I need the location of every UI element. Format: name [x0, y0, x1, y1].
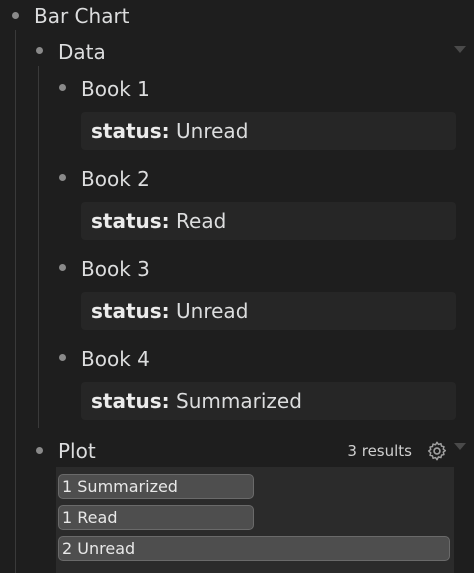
- outline-view: Bar Chart Data Book 1 status: Unread Boo…: [0, 0, 474, 573]
- property-status-book-3[interactable]: status: Unread: [81, 292, 456, 330]
- property-key: status:: [91, 389, 170, 413]
- bar-read: 1 Read: [58, 505, 254, 530]
- indent-guide-data: [38, 66, 39, 428]
- outline-item-bar-chart[interactable]: Bar Chart: [34, 4, 130, 28]
- bullet-book-1[interactable]: [59, 84, 66, 91]
- bullet-bar-chart[interactable]: [12, 12, 19, 19]
- property-key: status:: [91, 209, 170, 233]
- bar-summarized: 1 Summarized: [58, 474, 254, 499]
- outline-item-book-2[interactable]: Book 2: [81, 167, 150, 191]
- outline-item-book-3[interactable]: Book 3: [81, 257, 150, 281]
- bullet-plot[interactable]: [36, 447, 43, 454]
- property-status-book-1[interactable]: status: Unread: [81, 112, 456, 150]
- bullet-book-3[interactable]: [59, 264, 66, 271]
- property-value: Unread: [176, 119, 249, 143]
- bullet-book-4[interactable]: [59, 354, 66, 361]
- bullet-book-2[interactable]: [59, 174, 66, 181]
- results-count: 3 results: [347, 442, 412, 460]
- bar-chart-plot: 1 Summarized 1 Read 2 Unread: [56, 467, 454, 573]
- outline-item-book-1[interactable]: Book 1: [81, 77, 150, 101]
- bar-unread: 2 Unread: [58, 536, 450, 561]
- gear-icon[interactable]: [426, 440, 448, 462]
- property-value: Read: [176, 209, 227, 233]
- property-key: status:: [91, 299, 170, 323]
- property-status-book-4[interactable]: status: Summarized: [81, 382, 456, 420]
- property-status-book-2[interactable]: status: Read: [81, 202, 456, 240]
- property-value: Unread: [176, 299, 249, 323]
- chevron-down-icon[interactable]: [454, 443, 466, 450]
- property-key: status:: [91, 119, 170, 143]
- indent-guide-root: [15, 30, 16, 573]
- outline-item-plot[interactable]: Plot: [58, 439, 96, 463]
- outline-item-book-4[interactable]: Book 4: [81, 347, 150, 371]
- chevron-down-icon[interactable]: [454, 46, 466, 53]
- outline-item-data[interactable]: Data: [58, 40, 106, 64]
- bullet-data[interactable]: [36, 47, 43, 54]
- property-value: Summarized: [176, 389, 302, 413]
